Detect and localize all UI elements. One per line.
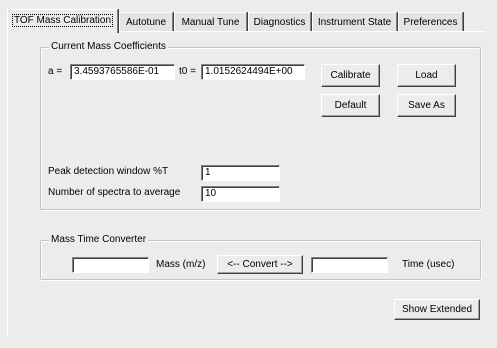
tab-strip: TOF Mass Calibration Autotune Manual Tun… — [0, 6, 497, 33]
number-of-spectra-label: Number of spectra to average — [48, 187, 181, 198]
tab-manual-tune-label: Manual Tune — [181, 17, 240, 28]
tab-manual-tune[interactable]: Manual Tune — [174, 12, 247, 32]
tab-preferences[interactable]: Preferences — [398, 12, 463, 32]
tab-preferences-label: Preferences — [403, 17, 458, 28]
mass-time-converter-title: Mass Time Converter — [49, 234, 149, 246]
tab-tof-mass-calibration[interactable]: TOF Mass Calibration — [7, 9, 118, 33]
peak-detection-window-field[interactable]: 1 — [201, 165, 280, 181]
a-label: a = — [48, 66, 63, 77]
tab-diagnostics-label: Diagnostics — [253, 17, 306, 28]
save-as-button[interactable]: Save As — [397, 94, 456, 117]
default-button[interactable]: Default — [321, 94, 380, 117]
number-of-spectra-field[interactable]: 10 — [201, 186, 280, 202]
load-button[interactable]: Load — [397, 64, 456, 87]
tab-diagnostics[interactable]: Diagnostics — [248, 12, 311, 32]
time-input[interactable] — [311, 257, 388, 273]
convert-button[interactable]: <-- Convert --> — [217, 255, 303, 274]
t0-label: t0 = — [179, 66, 196, 77]
mass-input[interactable] — [72, 257, 149, 273]
peak-detection-window-label: Peak detection window %T — [48, 166, 169, 177]
time-unit-label: Time (usec) — [402, 259, 455, 270]
tab-tof-mass-calibration-label: TOF Mass Calibration — [11, 14, 114, 27]
a-coefficient-field[interactable]: 3.4593765586E-01 — [70, 64, 175, 80]
t0-coefficient-field[interactable]: 1.0152624494E+00 — [201, 64, 305, 80]
mass-unit-label: Mass (m/z) — [156, 259, 206, 270]
calibrate-button[interactable]: Calibrate — [321, 64, 380, 87]
tof-calibration-window: TOF Mass Calibration Autotune Manual Tun… — [0, 0, 497, 348]
tab-autotune-label: Autotune — [125, 17, 167, 28]
tab-instrument-state-label: Instrument State — [317, 17, 392, 28]
tab-instrument-state[interactable]: Instrument State — [312, 12, 397, 32]
show-extended-button[interactable]: Show Extended — [394, 299, 480, 320]
tab-autotune[interactable]: Autotune — [119, 12, 173, 32]
current-mass-coefficients-title: Current Mass Coefficients — [49, 41, 168, 53]
